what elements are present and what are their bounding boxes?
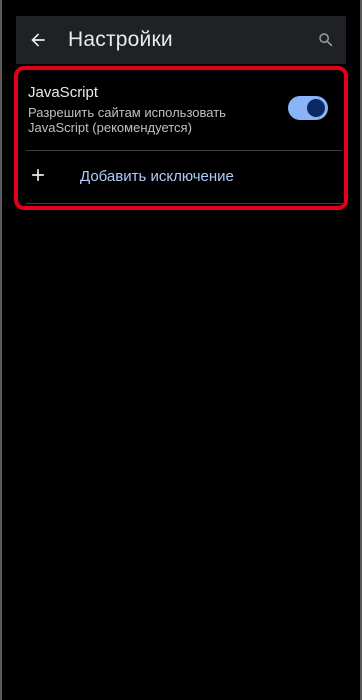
search-button[interactable] xyxy=(316,30,336,50)
add-exception-label: Добавить исключение xyxy=(80,168,234,185)
arrow-back-icon xyxy=(31,33,45,47)
javascript-settings-list: JavaScript Разрешить сайтам использовать… xyxy=(16,68,346,210)
search-icon xyxy=(319,33,333,47)
divider xyxy=(26,203,342,204)
page-title: Настройки xyxy=(68,28,173,51)
javascript-title: JavaScript xyxy=(28,84,99,101)
javascript-toggle[interactable] xyxy=(288,96,328,120)
javascript-description: Разрешить сайтам использовать JavaScript… xyxy=(28,105,226,135)
javascript-setting-row[interactable]: JavaScript Разрешить сайтам использовать… xyxy=(16,68,346,150)
plus-icon xyxy=(32,169,44,181)
back-button[interactable] xyxy=(26,28,50,52)
toggle-knob xyxy=(307,99,325,117)
app-bar: Настройки xyxy=(16,16,346,64)
add-exception-button[interactable]: Добавить исключение xyxy=(16,151,346,203)
